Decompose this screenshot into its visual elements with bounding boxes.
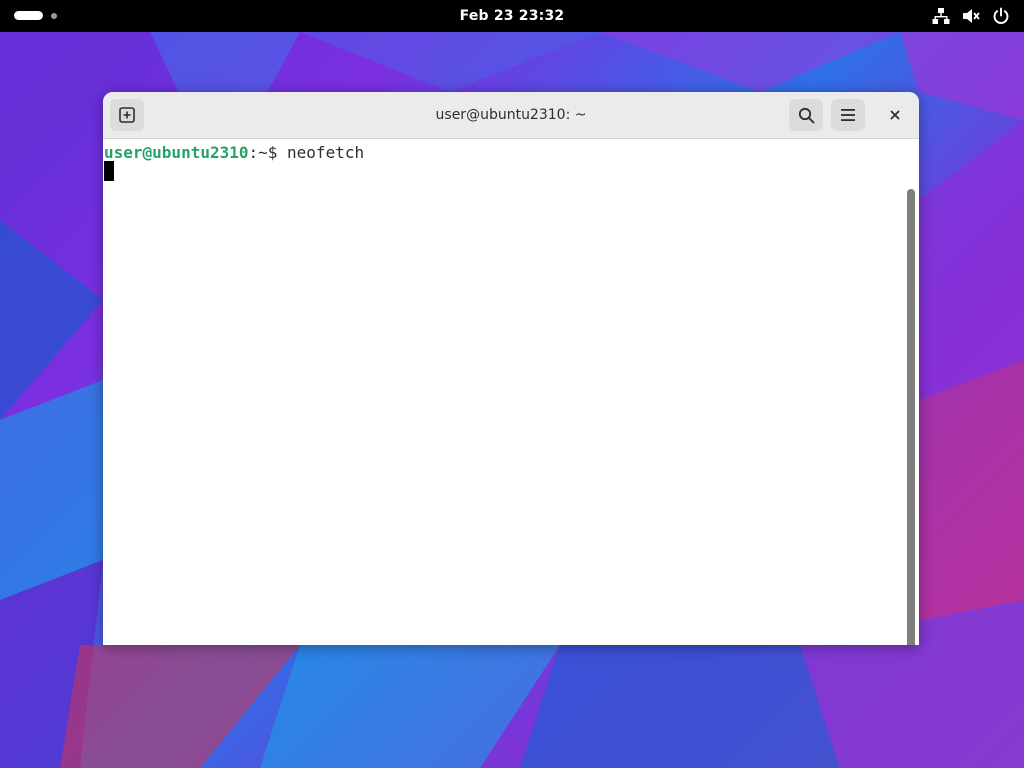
workspace-active-indicator [14,11,43,20]
terminal-command: neofetch [287,143,365,162]
system-tray[interactable] [932,7,1010,25]
window-title: user@ubuntu2310: ~ [435,107,587,123]
main-menu-button[interactable] [831,99,865,131]
terminal-window[interactable]: user@ubuntu2310: ~ user@ubuntu2310:~$ ne… [103,92,919,645]
top-bar: Feb 23 23:32 [0,0,1024,32]
network-icon[interactable] [932,7,950,25]
close-icon [890,110,900,120]
terminal-command-line: user@ubuntu2310:~$ neofetch [104,143,364,163]
text-cursor [104,161,114,181]
power-icon[interactable] [992,7,1010,25]
close-button[interactable] [884,104,906,126]
window-headerbar[interactable]: user@ubuntu2310: ~ [103,92,919,139]
prompt-path: :~ [248,143,268,162]
terminal-area[interactable]: user@ubuntu2310:~$ neofetch [103,139,915,645]
prompt-symbol: $ [267,143,288,162]
search-icon [798,107,814,123]
hamburger-menu-icon [841,109,855,121]
volume-muted-icon[interactable] [962,7,980,25]
new-tab-button[interactable] [110,99,144,131]
new-tab-icon [119,107,135,123]
clock[interactable]: Feb 23 23:32 [460,8,565,24]
search-button[interactable] [789,99,823,131]
prompt-user-host: user@ubuntu2310 [104,143,249,162]
activities-indicator[interactable] [14,11,57,20]
workspace-indicator [51,12,57,19]
scrollbar[interactable] [907,189,915,645]
